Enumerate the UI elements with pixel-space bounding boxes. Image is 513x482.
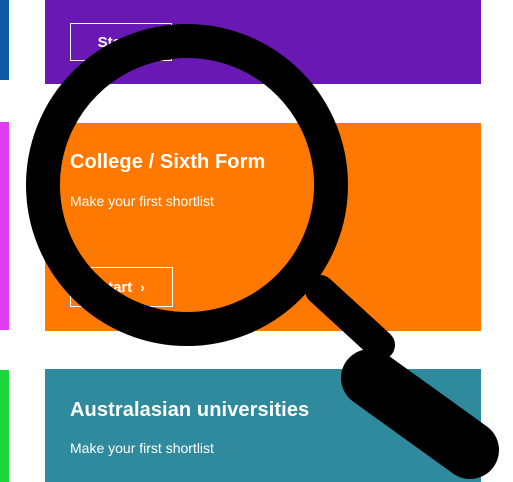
- card-subtitle: Make your first shortlist: [70, 193, 214, 209]
- card-title: Australasian universities: [70, 399, 310, 421]
- start-button-college[interactable]: Start ›: [70, 267, 173, 307]
- accent-stripe-blue: [0, 0, 9, 80]
- card-subtitle: Make your first shortlist: [70, 440, 214, 456]
- card-college-sixth-form[interactable]: College / Sixth Form Make your first sho…: [45, 123, 481, 331]
- start-label: Start: [98, 278, 133, 296]
- accent-stripe-green: [0, 370, 9, 482]
- card-top: Start ›: [45, 0, 481, 84]
- start-label: Start: [97, 33, 132, 51]
- accent-stripe-pink: [0, 122, 9, 330]
- card-title: College / Sixth Form: [70, 151, 266, 173]
- start-button-top[interactable]: Start ›: [70, 23, 172, 61]
- chevron-right-icon: ›: [140, 279, 145, 295]
- chevron-right-icon: ›: [139, 34, 145, 50]
- card-australasian-universities[interactable]: Australasian universities Make your firs…: [45, 369, 481, 482]
